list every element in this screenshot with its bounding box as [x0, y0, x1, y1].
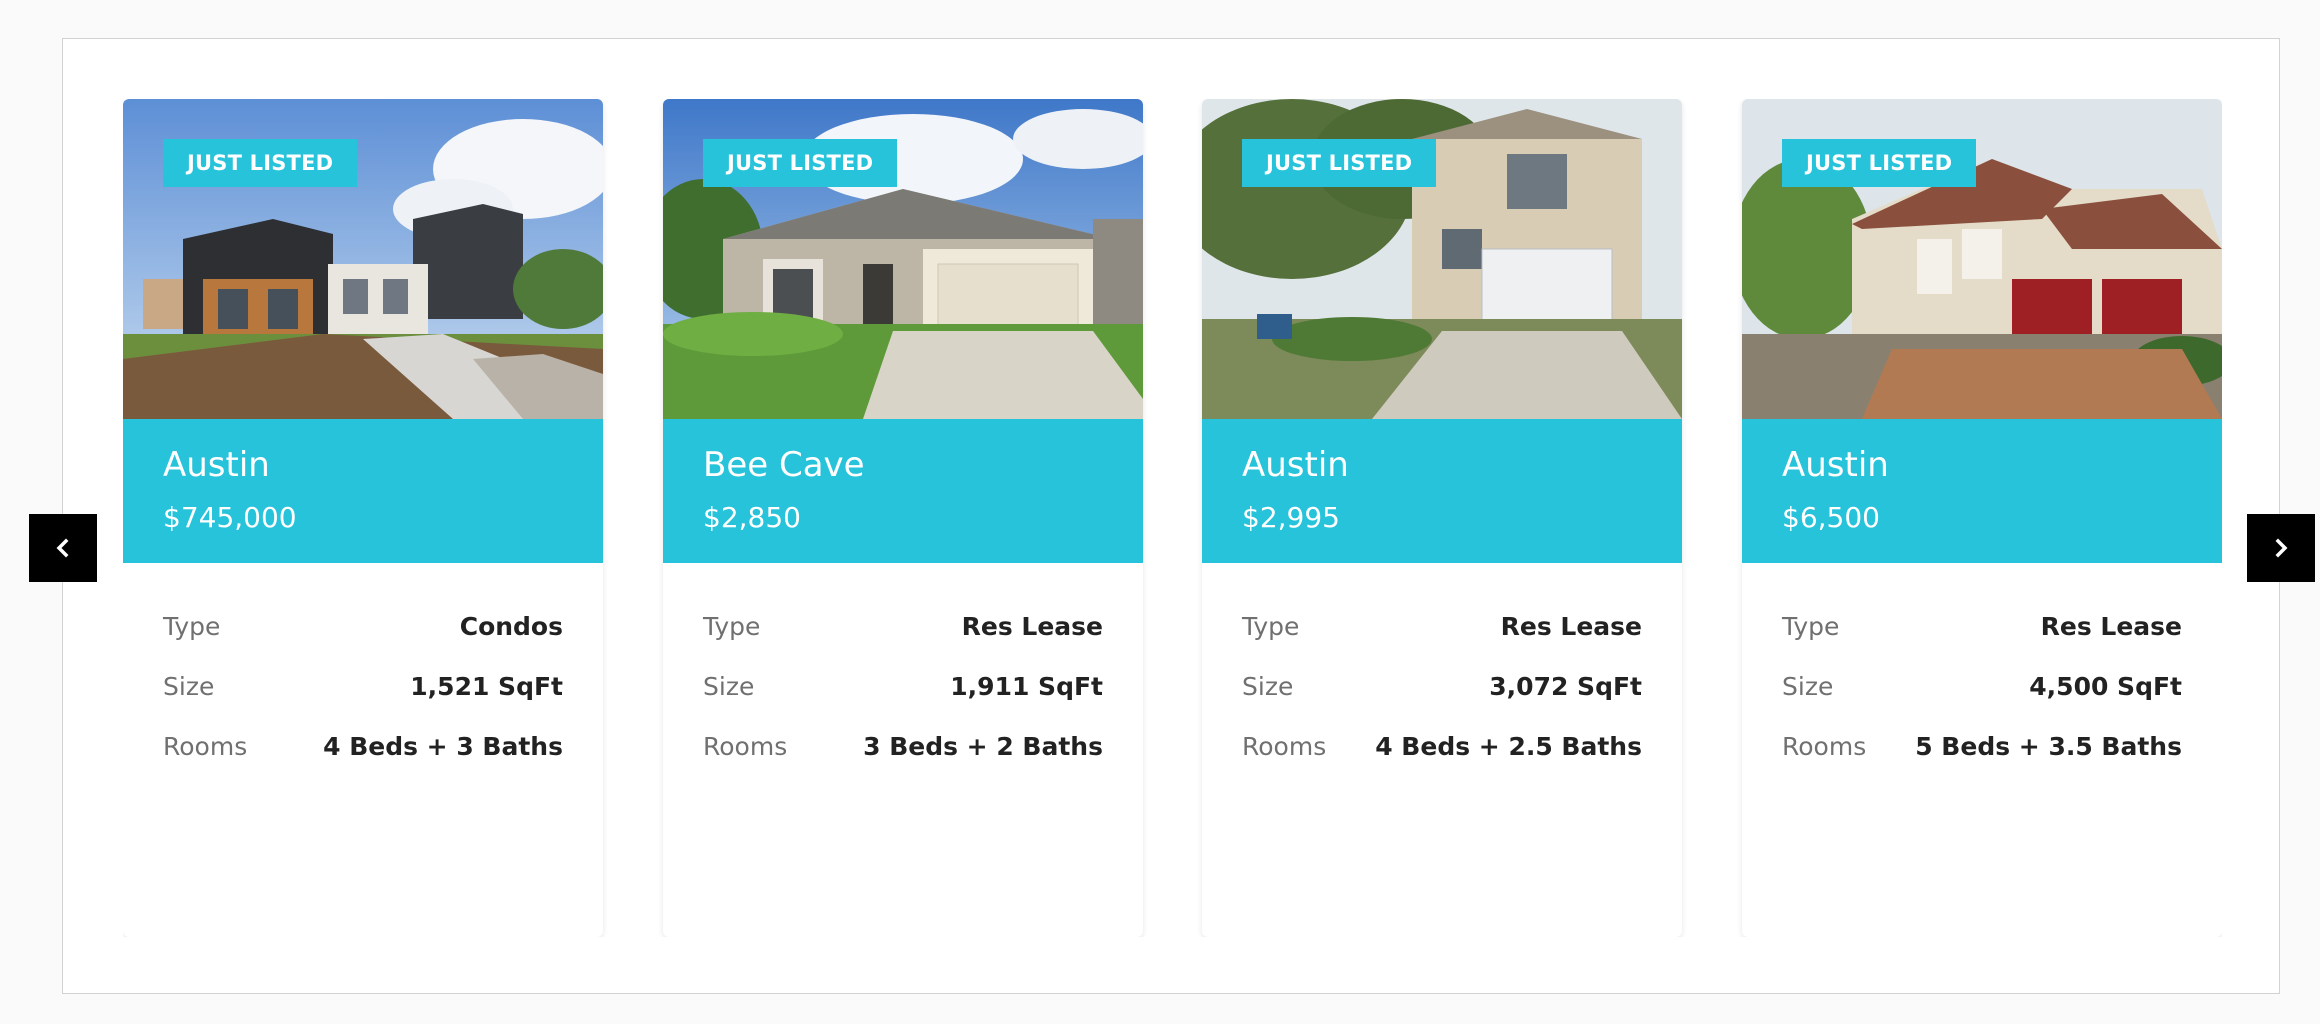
spec-label: Type [163, 612, 221, 641]
spec-row-size: Size 1,521 SqFt [163, 669, 563, 729]
spec-value: 4 Beds + 3 Baths [323, 732, 563, 761]
listing-header-band: Austin $745,000 [123, 419, 603, 563]
listing-specs: Type Res Lease Size 4,500 SqFt Rooms 5 B… [1782, 609, 2182, 789]
just-listed-badge: JUST LISTED [703, 139, 898, 187]
listing-specs: Type Res Lease Size 3,072 SqFt Rooms 4 B… [1242, 609, 1642, 789]
listing-header-band: Bee Cave $2,850 [663, 419, 1143, 563]
chevron-left-icon [56, 538, 69, 558]
just-listed-badge: JUST LISTED [1242, 139, 1437, 187]
listing-card[interactable]: JUST LISTED Austin $745,000 Type Condos … [123, 99, 603, 937]
spec-label: Rooms [163, 732, 248, 761]
spec-value: Res Lease [1500, 612, 1642, 641]
carousel-prev-button[interactable] [29, 514, 97, 582]
listing-city[interactable]: Austin [1782, 445, 1889, 485]
listing-card[interactable]: JUST LISTED Austin $6,500 Type Res Lease… [1742, 99, 2222, 937]
spec-row-type: Type Condos [163, 609, 563, 669]
spec-row-size: Size 3,072 SqFt [1242, 669, 1642, 729]
spec-value: 1,911 SqFt [950, 672, 1103, 701]
listing-photo[interactable]: JUST LISTED [1742, 99, 2222, 419]
spec-label: Size [703, 672, 755, 701]
listing-price: $2,850 [703, 501, 801, 534]
spec-value: 4 Beds + 2.5 Baths [1375, 732, 1642, 761]
spec-label: Size [1782, 672, 1834, 701]
listing-photo[interactable]: JUST LISTED [663, 99, 1143, 419]
spec-row-type: Type Res Lease [703, 609, 1103, 669]
spec-value: 1,521 SqFt [410, 672, 563, 701]
chevron-right-icon [2275, 538, 2288, 558]
listing-specs: Type Res Lease Size 1,911 SqFt Rooms 3 B… [703, 609, 1103, 789]
listing-price: $745,000 [163, 501, 297, 534]
listing-city[interactable]: Austin [1242, 445, 1349, 485]
listing-price: $2,995 [1242, 501, 1340, 534]
spec-row-size: Size 4,500 SqFt [1782, 669, 2182, 729]
spec-value: 3 Beds + 2 Baths [863, 732, 1103, 761]
spec-row-type: Type Res Lease [1242, 609, 1642, 669]
spec-value: 4,500 SqFt [2029, 672, 2182, 701]
carousel-next-button[interactable] [2247, 514, 2315, 582]
listing-header-band: Austin $6,500 [1742, 419, 2222, 563]
spec-label: Rooms [1242, 732, 1327, 761]
listing-card[interactable]: JUST LISTED Bee Cave $2,850 Type Res Lea… [663, 99, 1143, 937]
listing-card[interactable]: JUST LISTED Austin $2,995 Type Res Lease… [1202, 99, 1682, 937]
spec-value: 3,072 SqFt [1489, 672, 1642, 701]
listing-photo[interactable]: JUST LISTED [1202, 99, 1682, 419]
spec-value: 5 Beds + 3.5 Baths [1915, 732, 2182, 761]
spec-row-rooms: Rooms 4 Beds + 2.5 Baths [1242, 729, 1642, 789]
spec-label: Type [1242, 612, 1300, 641]
spec-row-rooms: Rooms 4 Beds + 3 Baths [163, 729, 563, 789]
spec-row-size: Size 1,911 SqFt [703, 669, 1103, 729]
spec-label: Type [703, 612, 761, 641]
listing-header-band: Austin $2,995 [1202, 419, 1682, 563]
spec-row-rooms: Rooms 3 Beds + 2 Baths [703, 729, 1103, 789]
spec-label: Size [163, 672, 215, 701]
spec-label: Rooms [1782, 732, 1867, 761]
spec-value: Condos [459, 612, 563, 641]
just-listed-badge: JUST LISTED [163, 139, 358, 187]
spec-label: Size [1242, 672, 1294, 701]
spec-label: Type [1782, 612, 1840, 641]
listing-city[interactable]: Austin [163, 445, 270, 485]
just-listed-badge: JUST LISTED [1782, 139, 1977, 187]
listing-price: $6,500 [1782, 501, 1880, 534]
listing-specs: Type Condos Size 1,521 SqFt Rooms 4 Beds… [163, 609, 563, 789]
spec-row-type: Type Res Lease [1782, 609, 2182, 669]
listing-city[interactable]: Bee Cave [703, 445, 865, 485]
spec-row-rooms: Rooms 5 Beds + 3.5 Baths [1782, 729, 2182, 789]
spec-value: Res Lease [2040, 612, 2182, 641]
spec-label: Rooms [703, 732, 788, 761]
listing-photo[interactable]: JUST LISTED [123, 99, 603, 419]
spec-value: Res Lease [961, 612, 1103, 641]
listings-carousel-track: JUST LISTED Austin $745,000 Type Condos … [123, 99, 2222, 937]
